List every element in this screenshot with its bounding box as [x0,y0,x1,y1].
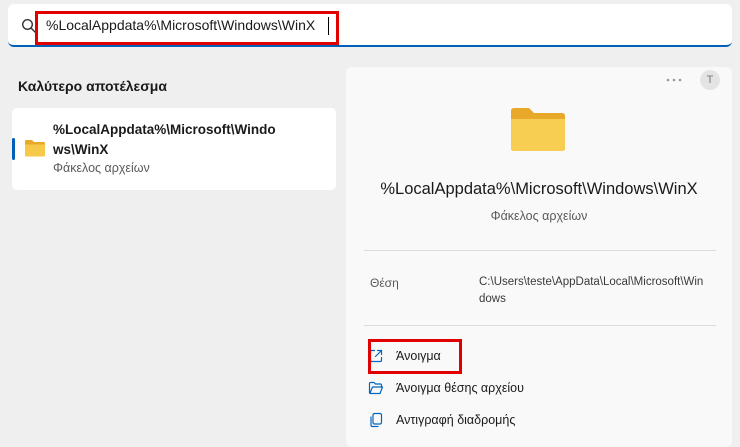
search-bar[interactable] [8,4,732,47]
text-caret [328,17,329,35]
folder-open-icon [368,381,384,395]
open-file-location-label: Άνοιγμα θέσης αρχείου [396,381,524,395]
folder-icon [25,140,45,157]
open-action[interactable]: Άνοιγμα [368,343,441,369]
detail-type: Φάκελος αρχείων [490,209,588,223]
details-panel: T %LocalAppdata%\Microsoft\Windows\WinX … [346,67,732,447]
best-match-result[interactable]: %LocalAppdata%\Microsoft\Windows\WinX Φά… [12,108,336,190]
divider [364,325,716,326]
result-type: Φάκελος αρχείων [53,161,150,175]
folder-large-icon [511,108,565,151]
copy-icon [370,412,383,428]
location-label: Θέση [370,276,399,290]
search-icon [21,18,37,34]
copy-path-label: Αντιγραφή διαδρομής [396,413,516,427]
selection-indicator [12,138,15,160]
open-file-location-action[interactable]: Άνοιγμα θέσης αρχείου [368,375,524,401]
best-match-heading: Καλύτερο αποτέλεσμα [18,78,167,94]
location-value: C:\Users\teste\AppData\Local\Microsoft\W… [479,276,704,305]
detail-title: %LocalAppdata%\Microsoft\Windows\WinX [380,180,698,198]
copy-path-action[interactable]: Αντιγραφή διαδρομής [368,407,515,433]
avatar[interactable]: T [700,70,720,90]
open-external-icon [369,349,383,363]
divider [364,250,716,251]
open-action-label: Άνοιγμα [396,349,441,363]
result-title: %LocalAppdata%\Microsoft\Windows\WinX [53,122,276,157]
more-options-icon[interactable] [664,75,684,85]
search-input[interactable] [46,11,466,39]
